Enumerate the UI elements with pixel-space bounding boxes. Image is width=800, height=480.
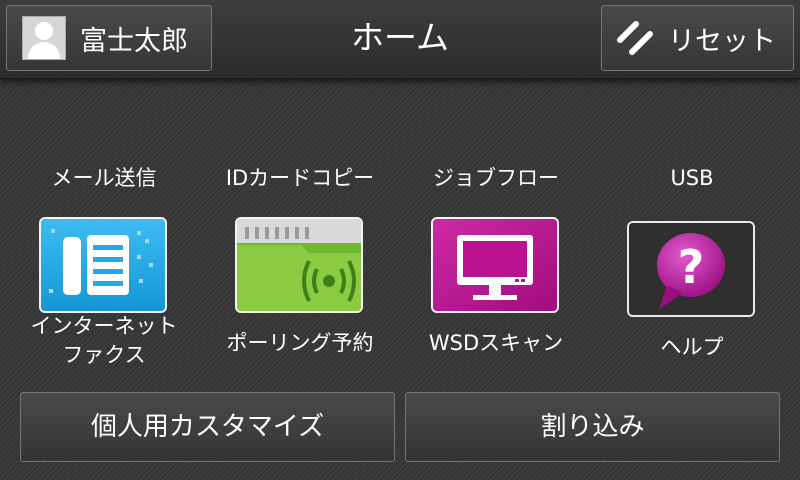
tile-label: ヘルプ — [660, 335, 724, 359]
tile-label: ポーリング予約 — [226, 331, 374, 355]
interrupt-button[interactable]: 割り込み — [405, 392, 780, 462]
user-name: 富士太郎 — [80, 25, 188, 57]
tile-label: インターネット ファクス — [0, 312, 212, 370]
tile-label: メール送信 — [51, 166, 157, 190]
tile-label: WSDスキャン — [428, 331, 564, 355]
tile-label: IDカードコピー — [225, 166, 375, 190]
internet-fax-icon — [39, 217, 167, 313]
header-bar: 富士太郎 ホーム リセット — [0, 0, 800, 79]
monitor-icon — [431, 217, 559, 313]
reset-button[interactable]: リセット — [601, 5, 794, 71]
page-title: ホーム — [350, 18, 449, 57]
tile-label-line1: インターネット — [30, 314, 178, 338]
user-avatar-icon — [22, 16, 66, 60]
tile-label-line2: ファクス — [62, 343, 146, 367]
user-button[interactable]: 富士太郎 — [6, 5, 212, 71]
tile-label: ジョブフロー — [433, 166, 559, 190]
help-icon: ? — [627, 221, 755, 317]
reset-icon — [617, 21, 653, 55]
tile-label: USB — [670, 166, 714, 190]
svg-text:?: ? — [678, 240, 705, 294]
reset-label: リセット — [668, 25, 776, 57]
personal-customize-button[interactable]: 個人用カスタマイズ — [20, 392, 395, 462]
polling-icon — [235, 217, 363, 313]
